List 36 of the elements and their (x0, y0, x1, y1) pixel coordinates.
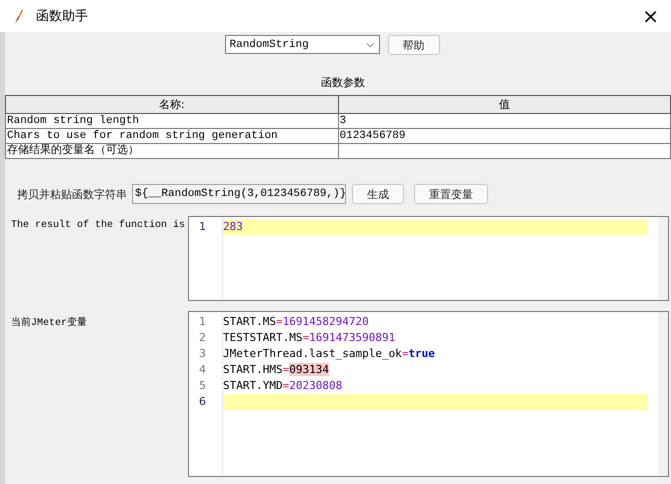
help-button[interactable]: 帮助 (388, 35, 440, 55)
table-cell: 3 (338, 114, 670, 128)
function-dropdown[interactable]: RandomString ⌵ (224, 35, 380, 54)
line-number: 5 (199, 379, 206, 392)
line-number: 6 (199, 395, 206, 408)
table-cell: 0123456789 (338, 128, 670, 144)
scrollbar-track[interactable] (658, 217, 668, 300)
scrollbar-track[interactable] (658, 312, 668, 476)
code-editor[interactable]: 1 2 3 4 5 6 START.MS=1691458294720 TESTSTART.MS=1691473590891 JMeterThread.last_sample_ok=true START.HMS=093134 START.YMD=20230808 (188, 311, 669, 477)
window-title: 函数助手 (36, 8, 88, 25)
editor-label: The result of the function is (10, 218, 186, 233)
line-number: 3 (199, 347, 206, 360)
reset-variables-button[interactable]: 重置变量 (414, 184, 488, 204)
code-line: 283 (223, 220, 243, 233)
editor-label: 当前JMeter变量 (10, 316, 88, 331)
column-header: 名称: (6, 96, 338, 114)
line-number: 4 (199, 363, 206, 376)
copy-label: 拷贝并粘贴函数字符串 (17, 186, 127, 202)
code-line: START.YMD=20230808 (223, 379, 342, 392)
code-editor[interactable]: 1 283 (188, 216, 669, 301)
generate-button[interactable]: 生成 (352, 184, 404, 204)
code-line: JMeterThread.last_sample_ok=true (223, 347, 435, 360)
column-header: 值 (338, 96, 670, 114)
table-cell: Chars to use for random string generation (6, 128, 338, 144)
table-cell: 存储结果的变量名（可选） (6, 144, 338, 158)
line-number: 1 (199, 220, 206, 233)
line-number: 2 (199, 331, 206, 344)
section-title: 函数参数 (320, 75, 366, 90)
code-line: TESTSTART.MS=1691473590891 (223, 331, 396, 344)
code-line: START.HMS=093134 (223, 363, 329, 376)
line-number: 1 (199, 315, 206, 328)
function-string-field[interactable]: ${__RandomString(3,0123456789,)} (132, 184, 346, 204)
close-button[interactable]: × (636, 4, 665, 28)
code-line: START.MS=1691458294720 (223, 315, 369, 328)
table-cell: Random string length (6, 114, 338, 128)
feather-icon (14, 8, 24, 24)
